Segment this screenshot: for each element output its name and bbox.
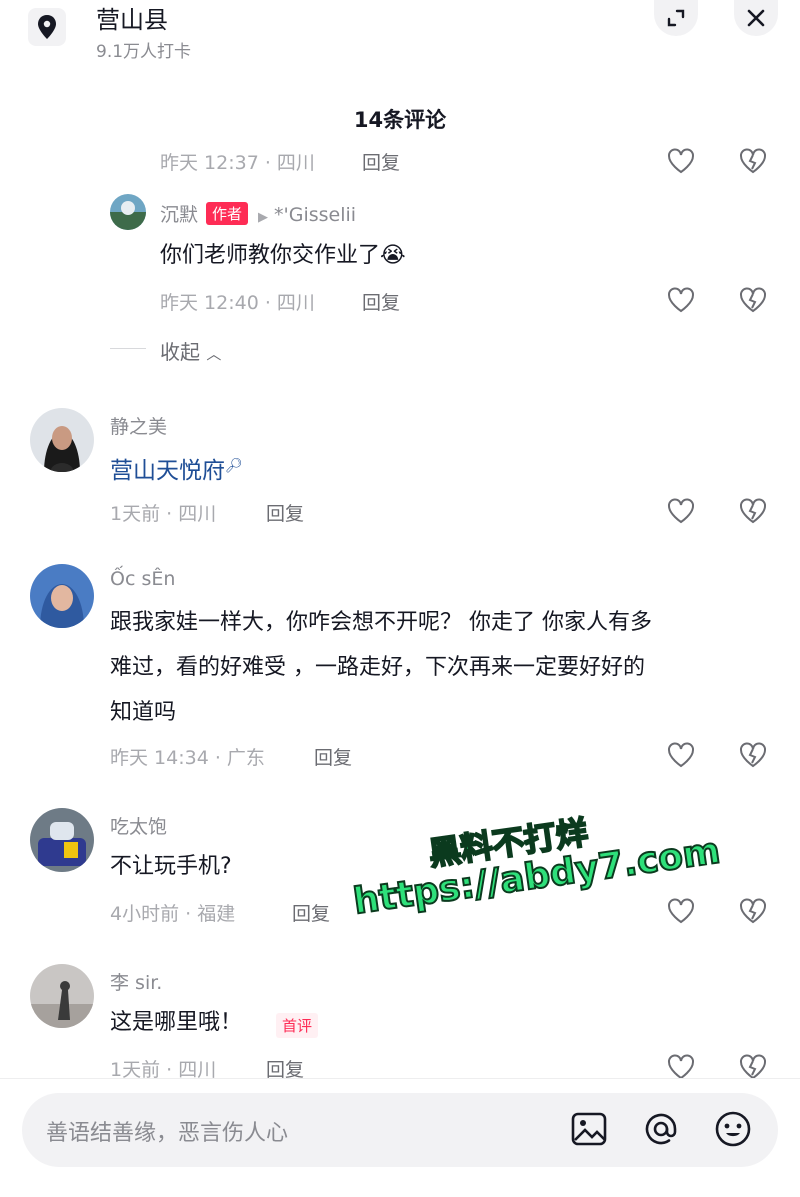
expand-button[interactable] xyxy=(654,0,698,36)
heart-icon[interactable] xyxy=(666,146,696,176)
broken-heart-icon[interactable] xyxy=(738,1052,768,1078)
avatar[interactable] xyxy=(30,408,94,472)
comment-text-line: 跟我家娃一样大，你咋会想不开呢？ 你走了 你家人有多 xyxy=(110,610,652,635)
comment-time-location: 昨天 12:40 · 四川 xyxy=(160,292,315,314)
location-title[interactable]: 营山县 xyxy=(96,0,168,35)
broken-heart-icon[interactable] xyxy=(738,496,768,526)
username[interactable]: 沉默 xyxy=(160,204,198,226)
username[interactable]: 李 sir. xyxy=(110,968,162,995)
heart-icon[interactable] xyxy=(666,496,696,526)
reply-username-line: 沉默 作者 ▶ *'Gisselii xyxy=(160,200,356,227)
location-link[interactable]: 营山天悦府🔎︎ xyxy=(110,444,243,494)
collapse-label: 收起 xyxy=(160,340,200,364)
reply-button[interactable]: 回复 xyxy=(362,148,400,175)
reply-button[interactable]: 回复 xyxy=(266,1055,304,1078)
heart-icon[interactable] xyxy=(666,896,696,926)
username[interactable]: 静之美 xyxy=(110,412,167,439)
avatar[interactable] xyxy=(30,564,94,628)
comment-text: 不让玩手机? xyxy=(110,854,232,879)
reply-button[interactable]: 回复 xyxy=(362,288,400,315)
heart-icon[interactable] xyxy=(666,740,696,770)
broken-heart-icon[interactable] xyxy=(738,146,768,176)
reply-target-username[interactable]: *'Gisselii xyxy=(274,204,356,226)
collapse-divider xyxy=(110,348,146,349)
top-bar: 营山县 9.1万人打卡 xyxy=(0,0,800,80)
comment-list[interactable]: 昨天 12:37 · 四川 回复 沉默 作者 ▶ *'Gisselii 你们老师教你交… xyxy=(0,140,800,1078)
crying-emoji: 😭 xyxy=(380,243,406,268)
emoji-icon[interactable] xyxy=(712,1108,754,1150)
avatar[interactable] xyxy=(30,808,94,872)
comment-text-line: 知道吗 xyxy=(110,700,177,725)
comments-count-title: 14条评论 xyxy=(353,108,447,132)
reply-button[interactable]: 回复 xyxy=(266,499,304,526)
expand-icon xyxy=(667,9,685,27)
chevron-up-icon: ︿ xyxy=(206,345,222,363)
checkin-count: 9.1万人打卡 xyxy=(96,42,192,62)
comment-text-body: 你们老师教你交作业了 xyxy=(160,243,381,268)
image-icon[interactable] xyxy=(568,1108,610,1150)
reply-button[interactable]: 回复 xyxy=(314,743,352,770)
author-badge: 作者 xyxy=(206,202,249,225)
comment-text: 你们老师教你交作业了😭 xyxy=(160,233,406,278)
broken-heart-icon[interactable] xyxy=(738,740,768,770)
search-icon: 🔎︎ xyxy=(225,458,243,474)
broken-heart-icon[interactable] xyxy=(738,896,768,926)
avatar[interactable] xyxy=(30,964,94,1028)
reply-button[interactable]: 回复 xyxy=(292,899,330,926)
close-button[interactable] xyxy=(734,0,778,36)
comment-time-location: 4小时前 · 福建 xyxy=(110,903,236,925)
username[interactable]: 吃太饱 xyxy=(110,812,167,839)
collapse-replies-button[interactable]: 收起 ︿ xyxy=(160,336,221,365)
heart-icon[interactable] xyxy=(666,1052,696,1078)
comment-text-line: 难过，看的好难受 ，一路走好，下次再来一定要好好的 xyxy=(110,655,645,680)
mention-icon[interactable] xyxy=(640,1108,682,1150)
comment-input-bar: 善语结善缘，恶言伤人心 xyxy=(0,1078,800,1197)
heart-icon[interactable] xyxy=(666,285,696,315)
location-link-text: 营山天悦府 xyxy=(110,458,225,484)
first-comment-badge: 首评 xyxy=(276,1013,319,1038)
close-icon xyxy=(747,9,765,27)
comment-time-location: 1天前 · 四川 xyxy=(110,503,217,525)
comment-time-location: 昨天 14:34 · 广东 xyxy=(110,747,265,769)
username[interactable]: Ốc sÊn xyxy=(110,568,175,590)
avatar[interactable] xyxy=(110,194,146,230)
broken-heart-icon[interactable] xyxy=(738,285,768,315)
comment-time-location: 昨天 12:37 · 四川 xyxy=(160,152,315,174)
reply-arrow-icon: ▶ xyxy=(258,210,269,225)
comment-input-placeholder: 善语结善缘，恶言伤人心 xyxy=(46,1121,289,1146)
location-pin-icon[interactable] xyxy=(28,8,66,46)
comment-text: 这是哪里哦！ xyxy=(110,1010,243,1035)
comment-time-location: 1天前 · 四川 xyxy=(110,1059,217,1078)
comment-input[interactable]: 善语结善缘，恶言伤人心 xyxy=(22,1093,778,1167)
